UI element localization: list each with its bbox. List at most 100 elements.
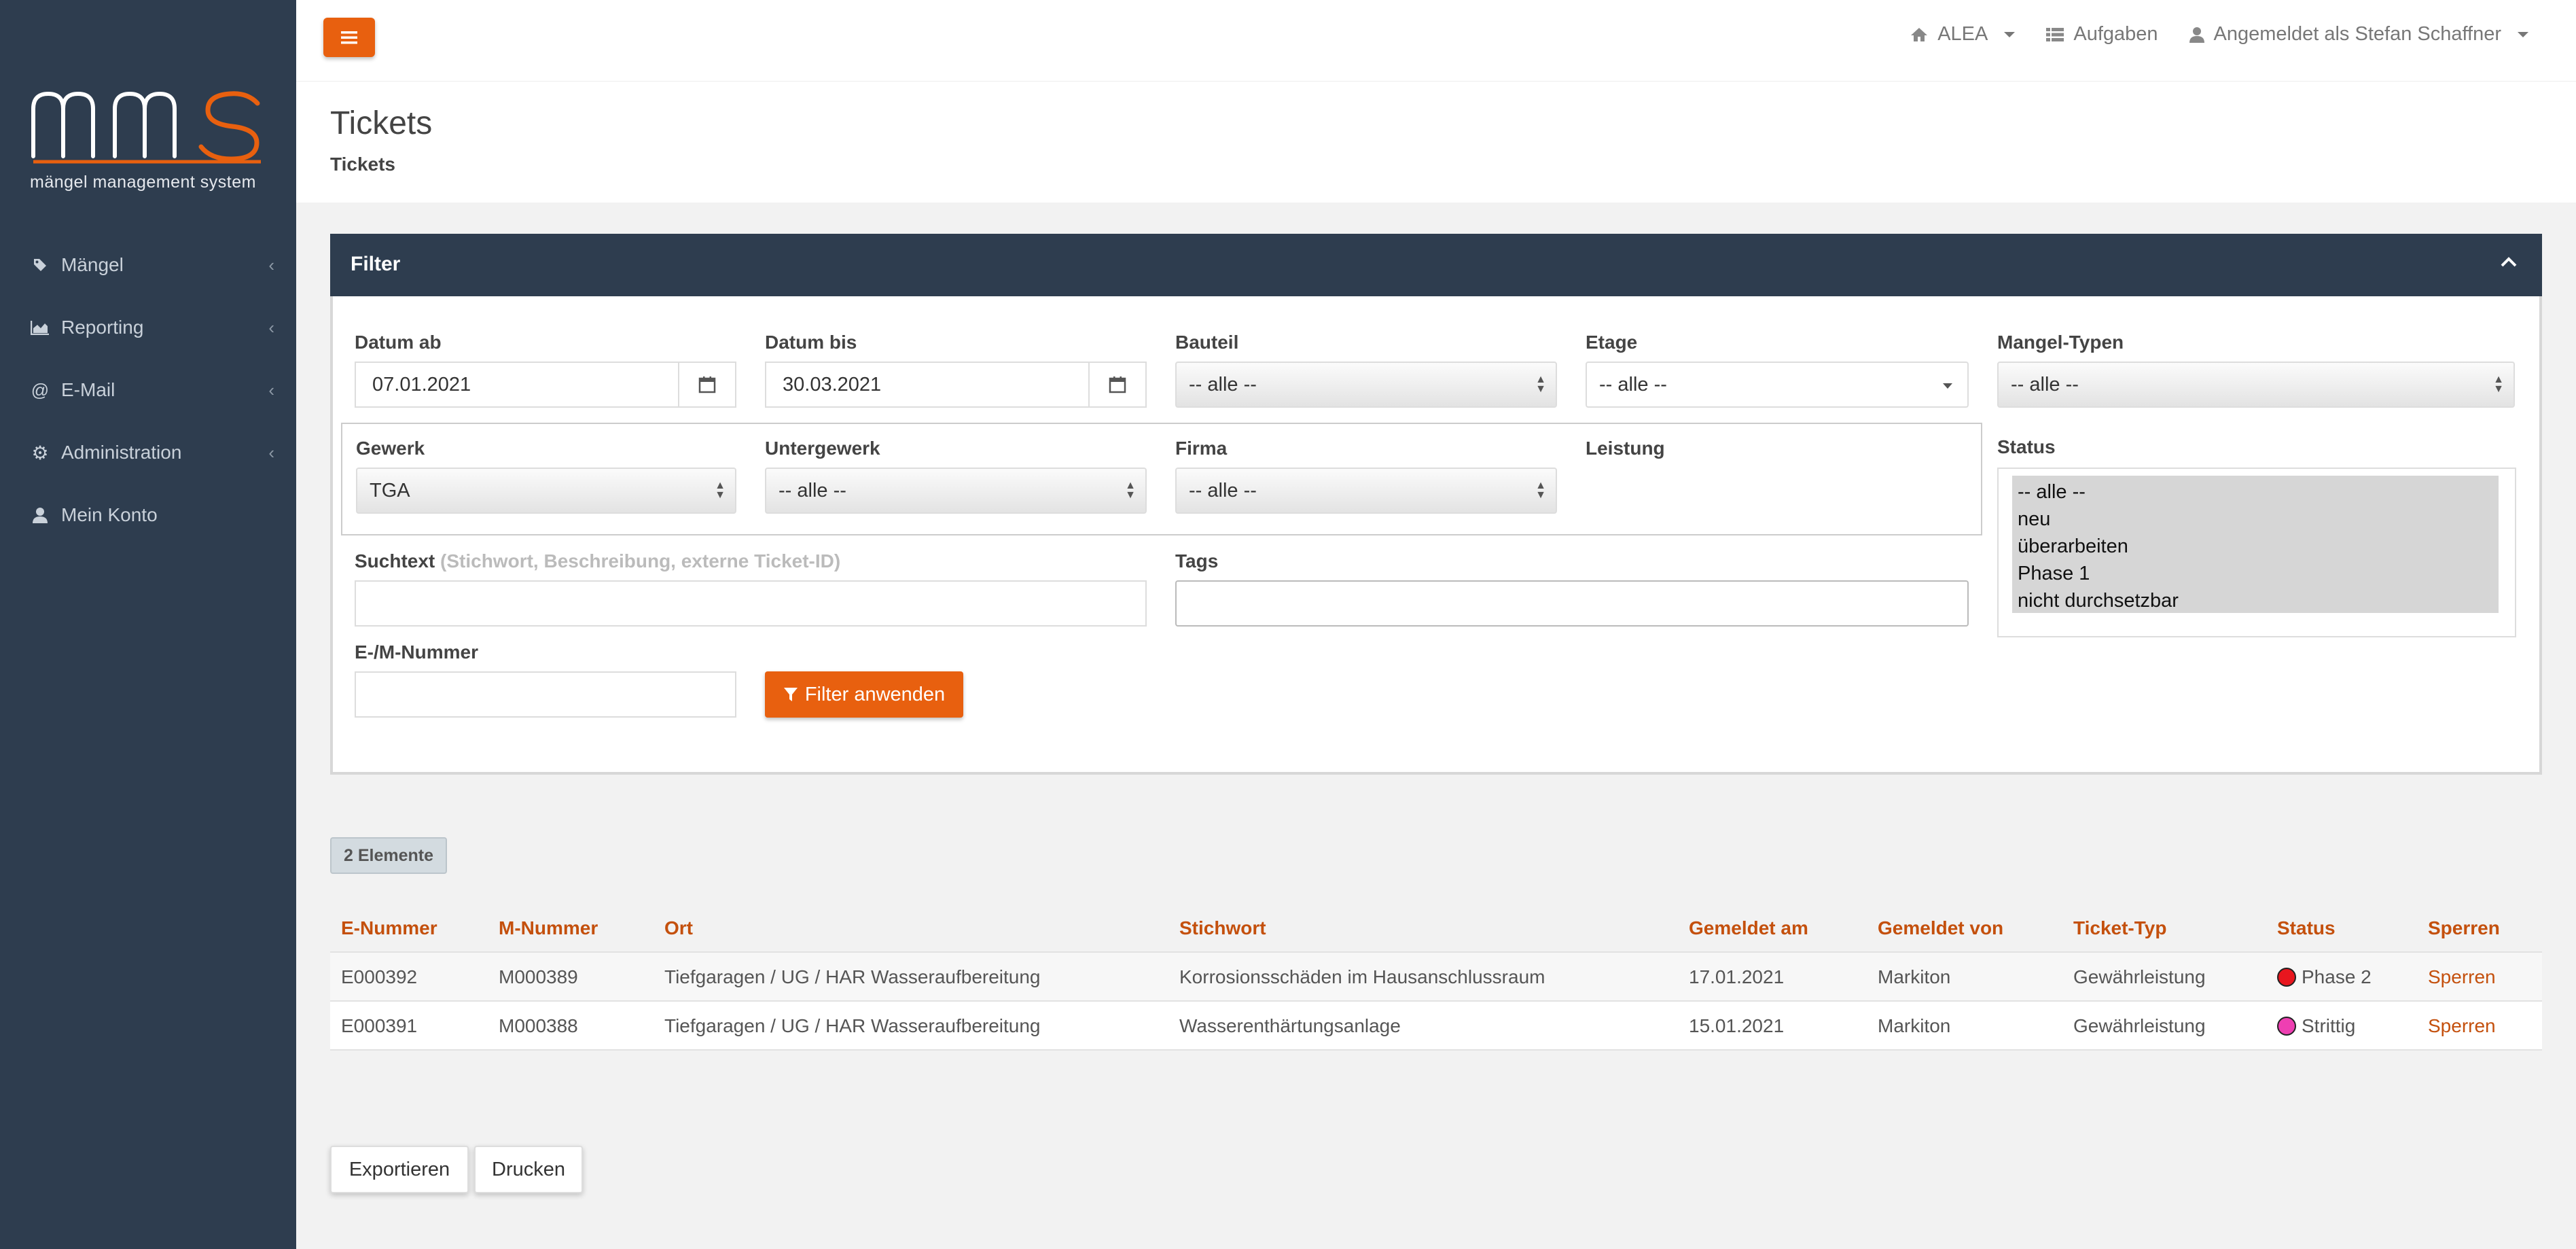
cell-e-nummer: E000392 <box>341 966 418 987</box>
sidebar-item-reporting[interactable]: Reporting ‹ <box>30 307 274 348</box>
filter-apply-button[interactable]: Filter anwenden <box>765 671 963 718</box>
caret-down-icon <box>2518 31 2528 37</box>
tasks-link[interactable]: Aufgaben <box>2046 23 2158 46</box>
sidebar-item-label: Reporting <box>61 317 144 338</box>
calendar-icon[interactable] <box>678 363 735 406</box>
datum-ab-input[interactable]: 07.01.2021 <box>355 362 736 408</box>
status-option[interactable]: nicht durchsetzbar <box>2012 587 2499 614</box>
hamburger-icon <box>341 31 357 44</box>
etage-select[interactable]: -- alle -- <box>1586 362 1969 408</box>
status-option[interactable]: Phase 1 <box>2012 560 2499 587</box>
sidebar-item-administration[interactable]: ⚙ Administration ‹ <box>30 432 274 473</box>
home-icon <box>1911 27 1928 41</box>
at-icon: @ <box>31 379 50 400</box>
status-option[interactable]: -- alle -- <box>2012 478 2499 506</box>
sidebar-item-label: Administration <box>61 442 182 463</box>
tag-icon <box>30 257 50 273</box>
tickets-table: E-Nummer M-Nummer Ort Stichwort Gemeldet… <box>330 908 2542 1051</box>
sidebar: mängel management system Mängel ‹ Report… <box>0 0 296 1249</box>
chevron-left-icon: ‹ <box>268 379 274 400</box>
user-icon <box>2189 27 2204 43</box>
gewerk-label: Gewerk <box>356 438 425 459</box>
leistung-label: Leistung <box>1586 438 1665 459</box>
sidebar-item-mein-konto[interactable]: Mein Konto <box>30 495 274 535</box>
sort-arrows-icon: ▲ ▼ <box>2493 374 2504 395</box>
em-nummer-input[interactable] <box>355 671 736 718</box>
suchtext-input[interactable] <box>355 580 1147 627</box>
chevron-left-icon: ‹ <box>268 254 274 275</box>
cell-status: Strittig <box>2277 1015 2355 1037</box>
status-multiselect[interactable]: -- alle -- neu überarbeiten Phase 1 nich… <box>1997 468 2516 637</box>
status-option[interactable]: überarbeiten <box>2012 533 2499 560</box>
table-row[interactable]: E000391 M000388 Tiefgaragen / UG / HAR W… <box>330 1002 2542 1051</box>
status-option[interactable]: neu <box>2012 506 2499 533</box>
column-header-m-nummer[interactable]: M-Nummer <box>499 917 598 939</box>
datum-bis-input[interactable]: 30.03.2021 <box>765 362 1147 408</box>
column-header-ort[interactable]: Ort <box>664 917 693 939</box>
table-header: E-Nummer M-Nummer Ort Stichwort Gemeldet… <box>330 908 2542 953</box>
suchtext-hint: (Stichwort, Beschreibung, externe Ticket… <box>440 550 841 571</box>
untergewerk-label: Untergewerk <box>765 438 880 459</box>
column-header-sperren[interactable]: Sperren <box>2428 917 2500 939</box>
sidebar-item-label: Mängel <box>61 254 124 275</box>
mangel-typen-value: -- alle -- <box>2011 373 2079 395</box>
sort-arrows-icon: ▲ ▼ <box>1535 480 1546 501</box>
table-row[interactable]: E000392 M000389 Tiefgaragen / UG / HAR W… <box>330 953 2542 1002</box>
datum-bis-label: Datum bis <box>765 332 857 353</box>
cell-ort: Tiefgaragen / UG / HAR Wasseraufbereitun… <box>664 966 1041 987</box>
sperren-link[interactable]: Sperren <box>2428 966 2496 988</box>
page-header: Tickets Tickets <box>296 82 2576 203</box>
datum-ab-label: Datum ab <box>355 332 442 353</box>
gewerk-select[interactable]: TGA ▲ ▼ <box>356 468 736 514</box>
sort-arrows-icon: ▲ ▼ <box>715 480 726 501</box>
sperren-link[interactable]: Sperren <box>2428 1015 2496 1037</box>
chevron-up-icon[interactable] <box>2500 256 2518 268</box>
cell-status: Phase 2 <box>2277 966 2372 988</box>
chevron-left-icon: ‹ <box>268 317 274 338</box>
cell-ort: Tiefgaragen / UG / HAR Wasseraufbereitun… <box>664 1015 1041 1036</box>
menu-toggle-button[interactable] <box>323 18 375 57</box>
caret-down-icon <box>2004 31 2016 37</box>
filter-icon <box>783 688 798 701</box>
cell-gemeldet-am: 15.01.2021 <box>1689 1015 1785 1036</box>
sidebar-item-label: Mein Konto <box>61 504 158 525</box>
user-label: Angemeldet als Stefan Schaffner <box>2213 23 2501 45</box>
mms-logo[interactable] <box>30 88 268 164</box>
untergewerk-select[interactable]: -- alle -- ▲ ▼ <box>765 468 1147 514</box>
gear-icon: ⚙ <box>31 442 49 463</box>
sidebar-item-maengel[interactable]: Mängel ‹ <box>30 245 274 285</box>
status-dot-icon <box>2277 967 2296 987</box>
column-header-e-nummer[interactable]: E-Nummer <box>341 917 437 939</box>
sidebar-item-label: E-Mail <box>61 379 115 400</box>
status-text: Strittig <box>2302 1015 2356 1036</box>
etage-label: Etage <box>1586 332 1638 353</box>
mangel-typen-select[interactable]: -- alle -- ▲ ▼ <box>1997 362 2515 408</box>
export-button[interactable]: Exportieren <box>330 1146 469 1193</box>
cell-ticket-typ: Gewährleistung <box>2073 1015 2206 1036</box>
cell-stichwort: Korrosionsschäden im Hausanschlussraum <box>1179 966 1545 987</box>
print-button[interactable]: Drucken <box>474 1146 583 1193</box>
project-dropdown[interactable]: ALEA <box>1910 23 2016 46</box>
firma-value: -- alle -- <box>1189 479 1257 502</box>
status-label: Status <box>1997 436 2056 457</box>
bauteil-select[interactable]: -- alle -- ▲ ▼ <box>1175 362 1557 408</box>
datum-bis-value: 30.03.2021 <box>783 373 882 395</box>
column-header-gemeldet-am[interactable]: Gemeldet am <box>1689 917 1808 939</box>
column-header-stichwort[interactable]: Stichwort <box>1179 917 1266 939</box>
user-dropdown[interactable]: Angemeldet als Stefan Schaffner <box>2189 23 2528 46</box>
sort-arrows-icon: ▲ ▼ <box>1535 374 1546 395</box>
bauteil-label: Bauteil <box>1175 332 1239 353</box>
calendar-icon[interactable] <box>1088 363 1145 406</box>
column-header-ticket-typ[interactable]: Ticket-Typ <box>2073 917 2166 939</box>
tags-input[interactable] <box>1175 580 1969 627</box>
brand-subtitle: mängel management system <box>30 173 256 192</box>
tags-label: Tags <box>1175 550 1219 571</box>
filter-panel-header[interactable]: Filter <box>330 234 2542 296</box>
sort-arrows-icon: ▲ ▼ <box>1125 480 1136 501</box>
list-icon <box>2046 27 2064 41</box>
column-header-status[interactable]: Status <box>2277 917 2336 939</box>
result-count-badge: 2 Elemente <box>330 837 447 874</box>
sidebar-item-email[interactable]: @ E-Mail ‹ <box>30 370 274 410</box>
firma-select[interactable]: -- alle -- ▲ ▼ <box>1175 468 1557 514</box>
column-header-gemeldet-von[interactable]: Gemeldet von <box>1878 917 2003 939</box>
